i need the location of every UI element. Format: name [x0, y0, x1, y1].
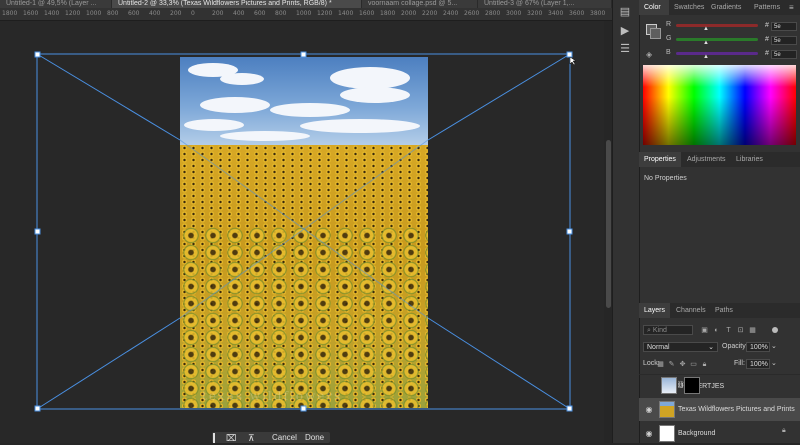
layer-thumbnail — [661, 377, 677, 394]
tab-libraries[interactable]: Libraries — [731, 152, 771, 167]
tab-channels[interactable]: Channels — [671, 303, 709, 318]
layer-name: Texas Wildflowers Pictures and Prints — [678, 406, 795, 413]
history-icon[interactable]: ▤ — [618, 5, 632, 19]
smart-object-filter-icon[interactable]: ▦ — [748, 326, 757, 335]
slider-g-thumb[interactable]: ▲ — [703, 40, 709, 46]
tab-paths[interactable]: Paths — [710, 303, 740, 318]
warp-guide — [36, 317, 181, 410]
slider-g-label: G — [666, 35, 672, 42]
slider-b-value[interactable]: 5e — [771, 50, 797, 59]
eye-icon[interactable]: ◉ — [643, 398, 655, 421]
chevron-down-icon: ⌄ — [708, 344, 714, 351]
slider-b-track[interactable] — [676, 52, 758, 55]
type-filter-icon[interactable]: T — [724, 326, 733, 335]
tab-layers[interactable]: Layers — [639, 303, 670, 318]
warp-guide — [36, 53, 181, 141]
layer-thumbnail — [659, 401, 675, 418]
fill-label: Fill: — [734, 360, 745, 367]
transform-handle-left[interactable] — [34, 228, 41, 235]
lock-position-icon[interactable]: ✥ — [678, 360, 687, 369]
blend-mode-value: Normal — [647, 344, 670, 351]
done-button[interactable]: Done — [305, 433, 329, 443]
warp-icon[interactable]: ⌧ — [226, 433, 236, 443]
tab-patterns[interactable]: Patterns — [749, 0, 789, 15]
lock-pixels-icon[interactable]: ✎ — [667, 360, 676, 369]
slider-b-thumb[interactable]: ▲ — [703, 54, 709, 60]
warp-guide — [427, 53, 571, 141]
warp-guide — [427, 317, 571, 410]
slider-r-thumb[interactable]: ▲ — [703, 26, 709, 32]
transform-handle-top-right[interactable] — [566, 51, 573, 58]
eye-icon[interactable]: ◉ — [643, 422, 655, 445]
hash-label: # — [765, 36, 769, 43]
slider-g-value[interactable]: 5e — [771, 36, 797, 45]
lock-all-icon[interactable]: 🔒︎ — [700, 360, 709, 369]
cancel-button[interactable]: Cancel — [272, 433, 300, 443]
slider-r-label: R — [666, 21, 672, 28]
tab-adjustments[interactable]: Adjustments — [682, 152, 730, 167]
image-filter-icon[interactable]: ▣ — [700, 326, 709, 335]
transform-handle-top[interactable] — [300, 51, 307, 58]
panel-icon-dock — [612, 0, 639, 443]
cube-icon[interactable]: ◈ — [646, 50, 652, 59]
list-icon[interactable]: ☰ — [618, 42, 632, 56]
fill-input[interactable]: 100% — [746, 359, 770, 369]
slider-r-track[interactable] — [676, 24, 758, 27]
chevron-down-icon[interactable]: ⌄ — [771, 359, 777, 367]
transform-bounding-box[interactable] — [0, 0, 604, 443]
filter-toggle-icon[interactable] — [772, 327, 778, 333]
opacity-input[interactable]: 100% — [746, 342, 770, 352]
blend-mode-select[interactable]: Normal ⌄ — [643, 342, 718, 352]
slider-b-label: B — [666, 49, 671, 56]
no-properties-text: No Properties — [644, 175, 687, 182]
hash-label: # — [765, 50, 769, 57]
play-icon[interactable]: ▶ — [618, 24, 632, 38]
tab-color[interactable]: Color — [639, 0, 669, 15]
lock-artboard-icon[interactable]: ▭ — [689, 360, 698, 369]
split-icon[interactable]: ⊼ — [248, 433, 258, 443]
transform-handle-bottom-right[interactable] — [566, 405, 573, 412]
transform-frame — [36, 53, 571, 410]
color-spectrum-highlight — [643, 65, 796, 87]
lock-transparency-icon[interactable]: ▦ — [656, 360, 665, 369]
panel-menu-icon[interactable]: ≡ — [789, 3, 794, 12]
opacity-label: Opacity: — [722, 343, 748, 350]
hash-label: # — [765, 22, 769, 29]
tab-swatches[interactable]: Swatches — [669, 0, 705, 15]
layer-filter-kind[interactable]: ⌕ Kind — [643, 325, 693, 335]
slider-r-value[interactable]: 5e — [771, 22, 797, 31]
cursor-icon — [569, 56, 577, 66]
tab-gradients[interactable]: Gradients — [706, 0, 748, 15]
chevron-down-icon[interactable]: ⌄ — [771, 342, 777, 350]
background-color-swatch[interactable] — [650, 28, 661, 39]
transform-handle-right[interactable] — [566, 228, 573, 235]
transform-handle-top-left[interactable] — [34, 51, 41, 58]
shape-filter-icon[interactable]: ⊡ — [736, 326, 745, 335]
layer-mask-thumbnail[interactable] — [684, 377, 700, 394]
adjustment-filter-icon[interactable]: ◐ — [712, 326, 721, 335]
filter-kind-label: Kind — [652, 327, 667, 334]
tab-properties[interactable]: Properties — [639, 152, 681, 167]
slider-g-track[interactable] — [676, 38, 758, 41]
layer-name: Background — [678, 430, 716, 437]
lock-icon: 🔒︎ — [782, 427, 786, 434]
transform-handle-bottom-left[interactable] — [34, 405, 41, 412]
scrollbar-thumb[interactable] — [606, 140, 611, 308]
commit-bar-handle — [213, 433, 215, 443]
transform-handle-bottom[interactable] — [300, 405, 307, 412]
layer-thumbnail — [659, 425, 675, 442]
